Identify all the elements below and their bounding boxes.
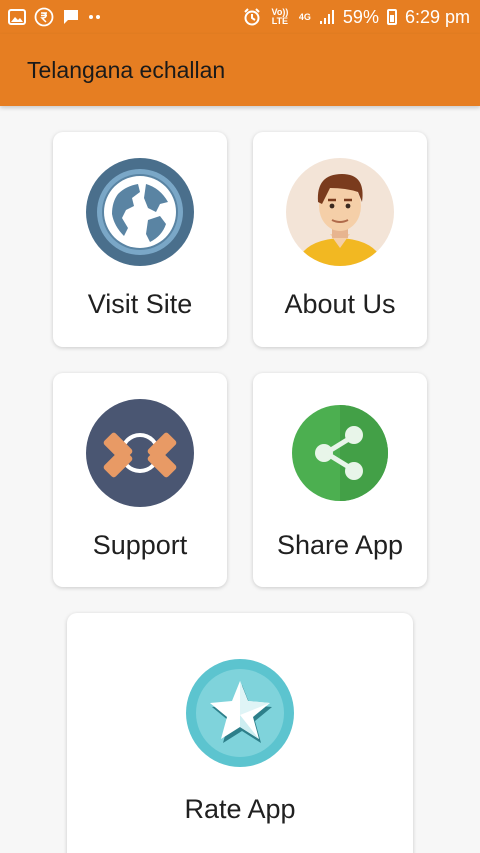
status-bar: Vo)) LTE 4G 59% 6:29 pm xyxy=(0,0,480,34)
gallery-icon xyxy=(8,9,26,25)
battery-icon xyxy=(386,9,397,25)
visit-site-label: Visit Site xyxy=(87,289,193,319)
rate-app-card[interactable]: Rate App xyxy=(67,613,413,853)
star-icon xyxy=(186,659,294,767)
battery-percent: 59% xyxy=(342,6,379,27)
more-dots-icon xyxy=(88,14,102,20)
alarm-icon xyxy=(243,8,261,26)
status-time: 6:29 pm xyxy=(404,6,470,27)
lifebuoy-icon xyxy=(86,399,194,507)
globe-icon xyxy=(86,158,194,266)
status-right: Vo)) LTE 4G 59% 6:29 pm xyxy=(243,7,470,28)
signal-icon xyxy=(319,9,335,25)
share-app-card[interactable]: Share App xyxy=(253,373,427,587)
rupee-icon xyxy=(34,7,54,27)
volte-indicator: Vo)) LTE xyxy=(271,7,289,26)
status-left xyxy=(8,7,102,27)
rate-app-label: Rate App xyxy=(184,794,296,824)
person-avatar-icon xyxy=(286,158,394,266)
support-label: Support xyxy=(92,530,188,560)
network-indicator: 4G xyxy=(298,11,311,22)
support-card[interactable]: Support xyxy=(53,373,227,587)
share-app-label: Share App xyxy=(276,530,404,560)
about-us-card[interactable]: About Us xyxy=(253,132,427,347)
share-icon xyxy=(292,405,388,501)
visit-site-card[interactable]: Visit Site xyxy=(53,132,227,347)
message-icon xyxy=(62,8,80,26)
app-title: Telangana echallan xyxy=(27,56,226,83)
app-bar: Telangana echallan xyxy=(0,34,480,106)
about-us-label: About Us xyxy=(284,289,396,319)
